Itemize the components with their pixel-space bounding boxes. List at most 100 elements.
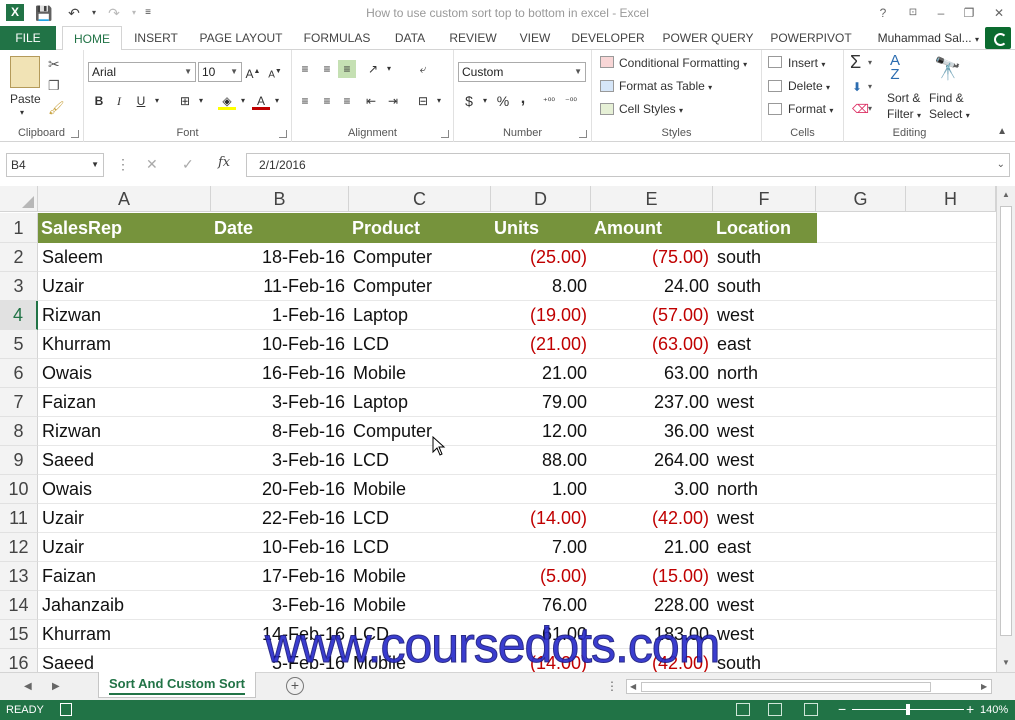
page-break-view-icon[interactable] — [804, 703, 818, 716]
cell-styles-button[interactable]: Cell Styles ▾ — [619, 102, 683, 116]
increase-indent-icon[interactable]: ⇥ — [384, 92, 402, 110]
decrease-decimal-icon[interactable]: ⁻⁰⁰ — [562, 92, 580, 110]
cell-a15[interactable]: Khurram — [42, 620, 111, 649]
row-header-8[interactable]: 8 — [0, 417, 38, 446]
tab-power-query[interactable]: POWER QUERY — [660, 26, 756, 50]
cell-b9[interactable]: 3-Feb-16 — [211, 446, 345, 475]
cell-b13[interactable]: 17-Feb-16 — [211, 562, 345, 591]
cell-c13[interactable]: Mobile — [353, 562, 406, 591]
insert-button[interactable]: Insert ▾ — [788, 56, 825, 70]
prev-sheet-icon[interactable]: ◀ — [24, 681, 32, 692]
orientation-dropdown-icon[interactable]: ▾ — [380, 60, 398, 78]
tab-home[interactable]: HOME — [62, 26, 122, 51]
collapse-ribbon-icon[interactable]: ▲ — [997, 126, 1007, 137]
cell-c11[interactable]: LCD — [353, 504, 389, 533]
cell-a7[interactable]: Faizan — [42, 388, 96, 417]
cell-c6[interactable]: Mobile — [353, 359, 406, 388]
row-header-3[interactable]: 3 — [0, 272, 38, 301]
format-as-table-button[interactable]: Format as Table ▾ — [619, 79, 712, 93]
cell-d4[interactable]: (19.00) — [491, 301, 587, 330]
cell-a8[interactable]: Rizwan — [42, 417, 101, 446]
comma-button[interactable]: , — [514, 90, 532, 108]
cell-f8[interactable]: west — [717, 417, 754, 446]
user-avatar-flag-icon[interactable] — [985, 27, 1011, 49]
cell-f12[interactable]: east — [717, 533, 751, 562]
clipboard-launcher-icon[interactable] — [71, 130, 79, 138]
tab-view[interactable]: VIEW — [514, 26, 556, 50]
number-format-select[interactable]: Custom ▼ — [458, 62, 586, 82]
cell-b2[interactable]: 18-Feb-16 — [211, 243, 345, 272]
cell-b8[interactable]: 8-Feb-16 — [211, 417, 345, 446]
cell-f16[interactable]: south — [717, 649, 761, 672]
clear-dropdown-icon[interactable]: ▾ — [868, 104, 872, 113]
header-cell-product[interactable]: Product — [349, 213, 491, 243]
cell-c10[interactable]: Mobile — [353, 475, 406, 504]
cell-a13[interactable]: Faizan — [42, 562, 96, 591]
cell-e11[interactable]: (42.00) — [591, 504, 709, 533]
align-center-icon[interactable]: ≡ — [318, 92, 336, 110]
row-header-2[interactable]: 2 — [0, 243, 38, 272]
header-cell-salesrep[interactable]: SalesRep — [38, 213, 211, 243]
row-header-11[interactable]: 11 — [0, 504, 38, 533]
autosum-icon[interactable]: Σ — [850, 52, 861, 73]
cell-e5[interactable]: (63.00) — [591, 330, 709, 359]
row-header-12[interactable]: 12 — [0, 533, 38, 562]
bold-button[interactable]: B — [90, 92, 108, 110]
align-middle-icon[interactable]: ≡ — [318, 60, 336, 78]
percent-button[interactable]: % — [494, 92, 512, 110]
cell-c5[interactable]: LCD — [353, 330, 389, 359]
cell-b10[interactable]: 20-Feb-16 — [211, 475, 345, 504]
merge-dropdown-icon[interactable]: ▾ — [430, 92, 448, 110]
align-right-icon[interactable]: ≡ — [338, 92, 356, 110]
cell-a9[interactable]: Saeed — [42, 446, 94, 475]
increase-decimal-icon[interactable]: ⁺⁰⁰ — [540, 92, 558, 110]
tab-data[interactable]: DATA — [388, 26, 432, 50]
formula-input[interactable]: 2/1/2016 ⌄ — [246, 153, 1010, 177]
column-header-a[interactable]: A — [38, 186, 211, 212]
fill-dropdown-icon[interactable]: ▾ — [234, 92, 252, 110]
close-icon[interactable]: ✕ — [988, 3, 1010, 23]
row-header-4[interactable]: 4 — [0, 301, 38, 330]
cell-e13[interactable]: (15.00) — [591, 562, 709, 591]
align-left-icon[interactable]: ≡ — [296, 92, 314, 110]
cell-c12[interactable]: LCD — [353, 533, 389, 562]
column-header-h[interactable]: H — [906, 186, 996, 212]
cut-icon[interactable]: ✂ — [48, 56, 60, 73]
font-color-dropdown-icon[interactable]: ▾ — [268, 92, 286, 110]
cell-c9[interactable]: LCD — [353, 446, 389, 475]
cell-e4[interactable]: (57.00) — [591, 301, 709, 330]
cell-f14[interactable]: west — [717, 591, 754, 620]
cell-a14[interactable]: Jahanzaib — [42, 591, 124, 620]
cell-a3[interactable]: Uzair — [42, 272, 84, 301]
cell-f2[interactable]: south — [717, 243, 761, 272]
cell-e3[interactable]: 24.00 — [591, 272, 709, 301]
format-button[interactable]: Format ▾ — [788, 102, 833, 116]
next-sheet-icon[interactable]: ▶ — [52, 681, 60, 692]
row-header-7[interactable]: 7 — [0, 388, 38, 417]
minimize-icon[interactable]: – — [930, 3, 952, 23]
align-bottom-icon[interactable]: ≡ — [338, 60, 356, 78]
tab-formulas[interactable]: FORMULAS — [298, 26, 376, 50]
italic-button[interactable]: I — [110, 92, 128, 110]
row-header-10[interactable]: 10 — [0, 475, 38, 504]
fill-icon[interactable]: ⬇ — [852, 80, 862, 94]
cell-e8[interactable]: 36.00 — [591, 417, 709, 446]
cell-e2[interactable]: (75.00) — [591, 243, 709, 272]
cell-f13[interactable]: west — [717, 562, 754, 591]
cell-d5[interactable]: (21.00) — [491, 330, 587, 359]
column-header-g[interactable]: G — [816, 186, 906, 212]
cell-f3[interactable]: south — [717, 272, 761, 301]
cell-f15[interactable]: west — [717, 620, 754, 649]
font-launcher-icon[interactable] — [279, 130, 287, 138]
row-header-1[interactable]: 1 — [0, 213, 38, 243]
cell-b4[interactable]: 1-Feb-16 — [211, 301, 345, 330]
tab-insert[interactable]: INSERT — [128, 26, 184, 50]
conditional-formatting-button[interactable]: Conditional Formatting ▾ — [619, 56, 747, 70]
enter-icon[interactable]: ✓ — [182, 156, 194, 173]
zoom-out-icon[interactable]: − — [838, 701, 846, 717]
vertical-scroll-thumb[interactable] — [1000, 206, 1012, 636]
clear-icon[interactable]: ⌫ — [852, 102, 869, 116]
cell-f4[interactable]: west — [717, 301, 754, 330]
delete-button[interactable]: Delete ▾ — [788, 79, 830, 93]
cell-e7[interactable]: 237.00 — [591, 388, 709, 417]
